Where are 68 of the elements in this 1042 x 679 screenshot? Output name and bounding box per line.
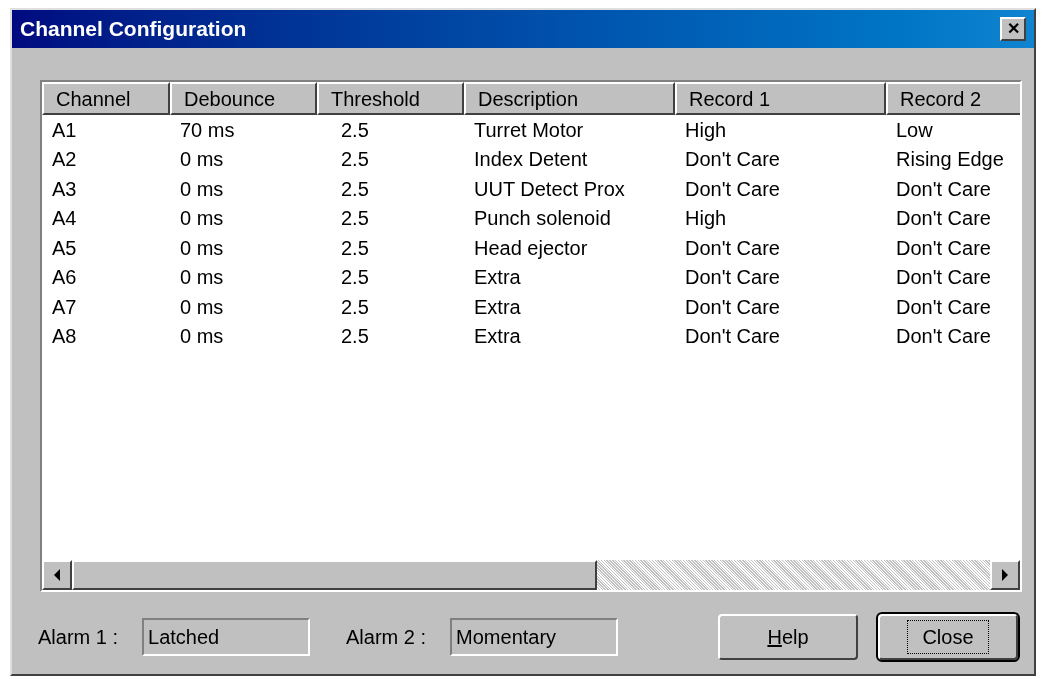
column-header[interactable]: Record 2 xyxy=(886,82,1020,115)
table-cell: 2.5 xyxy=(341,266,369,289)
table-cell: Don't Care xyxy=(685,148,780,171)
table-cell: 0 ms xyxy=(180,207,224,230)
right-arrow-icon xyxy=(1001,569,1009,581)
table-cell: Rising Edge xyxy=(896,148,1004,171)
table-cell: Extra xyxy=(474,266,521,289)
table-cell: 2.5 xyxy=(341,148,369,171)
table-cell: Don't Care xyxy=(896,325,991,348)
table-cell: Low xyxy=(896,118,933,141)
table-cell: 0 ms xyxy=(180,177,224,200)
table-cell: 0 ms xyxy=(180,148,224,171)
close-button[interactable]: ✕ xyxy=(1000,17,1026,41)
table-cell: Don't Care xyxy=(896,236,991,259)
table-cell: 2.5 xyxy=(341,118,369,141)
scrollbar-thumb[interactable] xyxy=(72,560,597,590)
table-cell: 2.5 xyxy=(341,295,369,318)
dialog-button[interactable]: Help xyxy=(718,614,858,660)
left-arrow-icon xyxy=(53,569,61,581)
table-cell: A8 xyxy=(52,325,77,348)
dialog-button[interactable]: Close xyxy=(878,614,1018,660)
alarm-field[interactable]: Momentary xyxy=(450,618,619,656)
table-cell: 2.5 xyxy=(341,325,369,348)
table-cell: Extra xyxy=(474,295,521,318)
table-cell: 0 ms xyxy=(180,295,224,318)
column-header[interactable]: Record 1 xyxy=(675,82,886,115)
table-cell: 0 ms xyxy=(180,266,224,289)
table-cell: Head ejector xyxy=(474,236,588,259)
table-cell: A5 xyxy=(52,236,77,259)
table-cell: Punch solenoid xyxy=(474,207,611,230)
column-header[interactable]: Channel xyxy=(42,82,170,115)
table-cell: 2.5 xyxy=(341,207,369,230)
table-cell: 2.5 xyxy=(341,236,369,259)
table-cell: Index Detent xyxy=(474,148,588,171)
table-cell: Don't Care xyxy=(896,295,991,318)
table-cell: Don't Care xyxy=(896,207,991,230)
table-cell: High xyxy=(685,118,727,141)
table-cell: A1 xyxy=(52,118,77,141)
table-cell: A4 xyxy=(52,207,77,230)
column-header[interactable]: Threshold xyxy=(317,82,464,115)
column-header[interactable]: Debounce xyxy=(170,82,317,115)
table-cell: Turret Motor xyxy=(474,118,584,141)
table-cell: 2.5 xyxy=(341,177,369,200)
table-cell: Don't Care xyxy=(896,177,991,200)
alarm-label: Alarm 2 : xyxy=(346,625,427,650)
table-cell: 70 ms xyxy=(180,118,235,141)
scroll-left-button[interactable] xyxy=(42,560,72,590)
table-cell: Don't Care xyxy=(685,236,780,259)
table-cell: High xyxy=(685,207,727,230)
table-cell: 0 ms xyxy=(180,236,224,259)
table-cell: Don't Care xyxy=(685,177,780,200)
table-cell: 0 ms xyxy=(180,325,224,348)
window-title: Channel Configuration xyxy=(20,16,247,43)
alarm-label: Alarm 1 : xyxy=(38,625,119,650)
table-cell: A2 xyxy=(52,148,77,171)
column-header[interactable]: Description xyxy=(464,82,675,115)
scroll-right-button[interactable] xyxy=(990,560,1020,590)
table-cell: A6 xyxy=(52,266,77,289)
table-cell: Don't Care xyxy=(685,266,780,289)
table-cell: Don't Care xyxy=(685,325,780,348)
table-cell: Don't Care xyxy=(896,266,991,289)
table-cell: A3 xyxy=(52,177,77,200)
table-cell: Extra xyxy=(474,325,521,348)
horizontal-scrollbar[interactable] xyxy=(42,560,1020,590)
table-cell: Don't Care xyxy=(685,295,780,318)
table-cell: UUT Detect Prox xyxy=(474,177,625,200)
table-cell: A7 xyxy=(52,295,77,318)
alarm-field[interactable]: Latched xyxy=(142,618,311,656)
